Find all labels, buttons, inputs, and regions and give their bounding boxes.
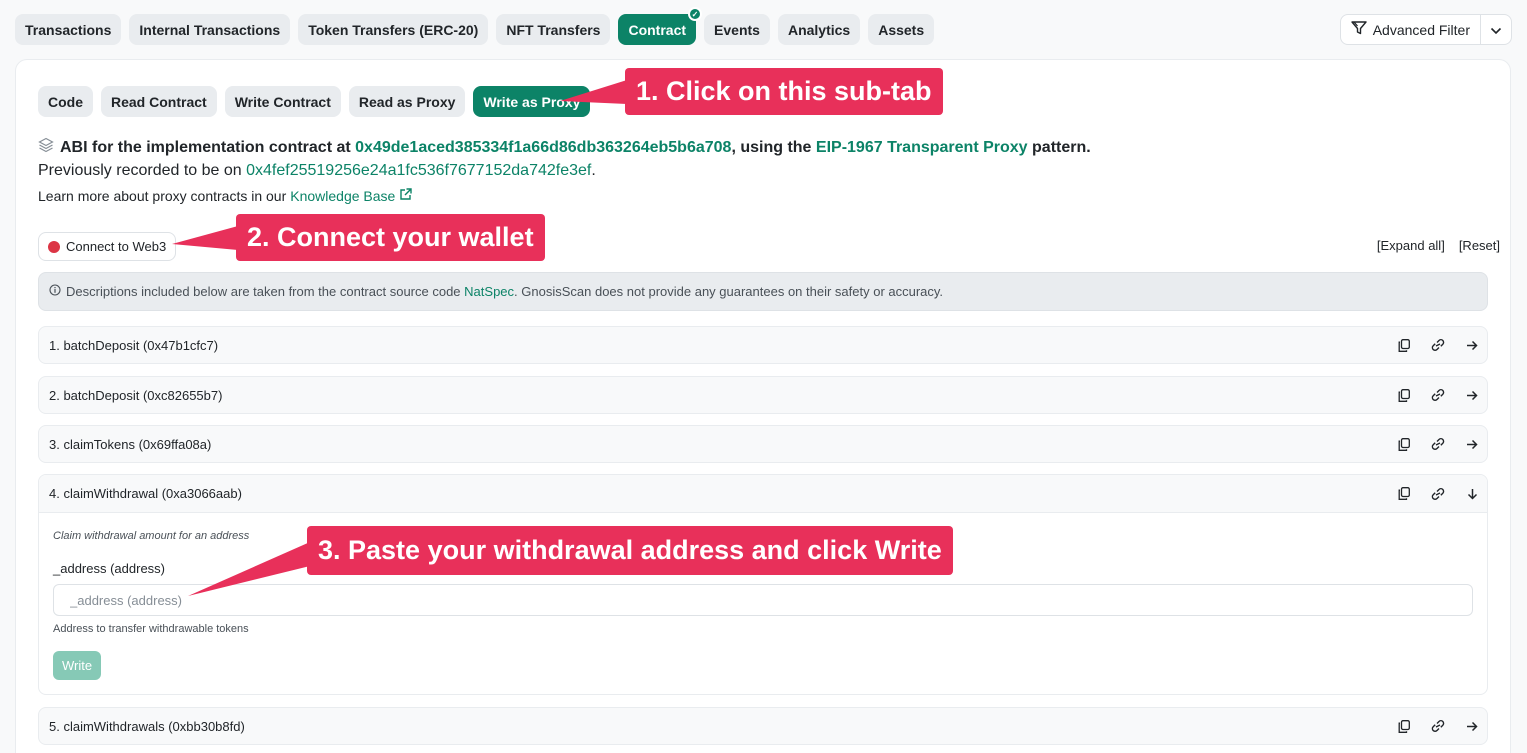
previous-implementation: Previously recorded to be on 0x4fef25519… [38,162,596,180]
abi-prefix: ABI for the implementation contract at [60,138,351,156]
tab-token-transfers[interactable]: Token Transfers (ERC-20) [298,14,489,45]
arrow-down-icon[interactable] [1465,487,1479,501]
tab-contract[interactable]: Contract ✓ [618,7,703,45]
expand-all-link[interactable]: [Expand all] [1377,238,1445,253]
function-actions [1397,487,1487,501]
advanced-filter-dropdown[interactable] [1481,15,1511,44]
link-icon[interactable] [1431,437,1445,451]
arrow-right-icon[interactable] [1465,719,1479,733]
tab-events[interactable]: Events [704,14,770,45]
address-input[interactable] [53,584,1473,616]
function-row[interactable]: 5. claimWithdrawals (0xbb30b8fd) [38,707,1488,745]
callout-step-2: 2. Connect your wallet [236,214,545,261]
function-label: 1. batchDeposit (0x47b1cfc7) [49,337,219,353]
function-row-expanded: 4. claimWithdrawal (0xa3066aab) Claim wi… [38,474,1488,695]
arrow-right-icon[interactable] [1465,388,1479,402]
function-row[interactable]: 3. claimTokens (0x69ffa08a) [38,425,1488,463]
function-label: 3. claimTokens (0x69ffa08a) [49,436,212,452]
link-icon[interactable] [1431,388,1445,402]
function-actions [1397,338,1487,352]
abi-suffix: pattern. [1032,138,1091,156]
previous-address-link[interactable]: 0x4fef25519256e24a1fc536f7677152da742fe3… [246,162,591,179]
tab-analytics[interactable]: Analytics [777,14,861,45]
abi-middle: , using the [731,138,812,156]
tab-transactions[interactable]: Transactions [15,14,122,45]
sub-tab-read-as-proxy[interactable]: Read as Proxy [348,86,466,117]
connect-web3-button[interactable]: Connect to Web3 [38,232,177,261]
previous-prefix: Previously recorded to be on [38,162,242,179]
external-link-icon [399,188,413,204]
function-header[interactable]: 4. claimWithdrawal (0xa3066aab) [39,475,1487,513]
callout-step-1: 1. Click on this sub-tab [625,68,943,115]
notice-prefix: Descriptions included below are taken fr… [66,284,461,299]
natspec-notice: Descriptions included below are taken fr… [38,272,1488,311]
abi-info: ABI for the implementation contract at 0… [38,137,1091,158]
advanced-filter-control: Advanced Filter [1339,14,1512,45]
implementation-address-link[interactable]: 0x49de1aced385334f1a66d86db363264eb5b6a7… [355,139,731,156]
reset-link[interactable]: [Reset] [1459,238,1500,253]
copy-icon[interactable] [1397,719,1411,733]
copy-icon[interactable] [1397,487,1411,501]
connect-web3-label: Connect to Web3 [66,239,167,254]
sub-tab-write-as-proxy[interactable]: Write as Proxy [473,86,591,117]
link-icon[interactable] [1431,338,1445,352]
disconnected-status-icon [48,240,60,253]
tab-contract-label: Contract [628,21,687,38]
function-description: Claim withdrawal amount for an address [53,530,250,542]
callout-step-3: 3. Paste your withdrawal address and cli… [307,526,953,575]
function-row[interactable]: 1. batchDeposit (0x47b1cfc7) [38,326,1488,364]
write-button[interactable]: Write [53,651,102,680]
top-tab-bar: Transactions Internal Transactions Token… [15,7,935,45]
sub-tab-write-contract[interactable]: Write Contract [224,86,341,117]
function-actions [1397,437,1487,451]
function-label: 2. batchDeposit (0xc82655b7) [49,387,223,403]
contract-panel: Code Read Contract Write Contract Read a… [15,59,1511,753]
function-row[interactable]: 2. batchDeposit (0xc82655b7) [38,376,1488,414]
natspec-link[interactable]: NatSpec [464,284,514,299]
learn-prefix: Learn more about proxy contracts in our [38,188,287,204]
function-actions [1397,388,1487,402]
copy-icon[interactable] [1397,437,1411,451]
arrow-right-icon[interactable] [1465,338,1479,352]
copy-icon[interactable] [1397,338,1411,352]
tab-internal-transactions[interactable]: Internal Transactions [129,14,291,45]
sub-tab-code[interactable]: Code [38,86,93,117]
previous-suffix: . [591,162,596,179]
chevron-down-icon [1490,22,1502,38]
link-icon[interactable] [1431,487,1445,501]
advanced-filter-button[interactable]: Advanced Filter [1341,15,1481,44]
link-icon[interactable] [1431,719,1445,733]
arrow-right-icon[interactable] [1465,437,1479,451]
filter-icon [1351,21,1367,38]
sub-tab-read-contract[interactable]: Read Contract [101,86,217,117]
layers-icon [38,137,54,158]
copy-icon[interactable] [1397,388,1411,402]
tab-assets[interactable]: Assets [868,14,935,45]
function-label: 4. claimWithdrawal (0xa3066aab) [49,486,242,501]
verified-check-icon: ✓ [688,7,703,21]
proxy-pattern-link[interactable]: EIP-1967 Transparent Proxy [816,139,1028,156]
notice-suffix: . GnosisScan does not provide any guaran… [514,284,944,299]
address-param-label: _address (address) [53,561,165,576]
tab-nft-transfers[interactable]: NFT Transfers [496,14,611,45]
knowledge-base-link[interactable]: Knowledge Base [290,188,395,204]
sub-tab-bar: Code Read Contract Write Contract Read a… [38,86,591,117]
function-actions [1397,719,1487,733]
function-label: 5. claimWithdrawals (0xbb30b8fd) [49,718,245,734]
expand-controls: [Expand all] [Reset] [1377,238,1500,253]
info-icon [49,284,61,299]
learn-more: Learn more about proxy contracts in our … [38,188,413,204]
advanced-filter-label: Advanced Filter [1372,21,1470,38]
address-param-help: Address to transfer withdrawable tokens [53,623,249,635]
